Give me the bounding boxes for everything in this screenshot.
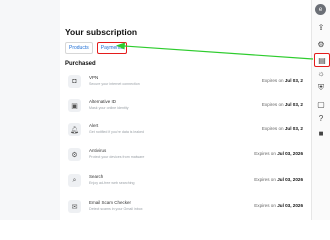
search-icon: ⌕ <box>68 174 81 187</box>
expiry-date: Jul 03, 2026 <box>277 203 303 208</box>
product-description: Protect your devices from malware <box>89 155 145 159</box>
settings-icon[interactable]: ⚙ <box>314 38 328 50</box>
expiry-text: Expires on Jul 03, 2026 <box>254 177 303 182</box>
expiry-prefix: Expires on <box>261 126 284 131</box>
expiry-date: Jul 03, 2026 <box>277 177 303 182</box>
expiry-prefix: Expires on <box>254 203 276 208</box>
main-content: Your subscription Products Payments Purc… <box>60 0 312 220</box>
expiry-prefix: Expires on <box>261 102 284 107</box>
help-icon[interactable]: ? <box>314 112 328 124</box>
product-row-alternative-id[interactable]: ▣ Alternative ID Mask your online identi… <box>65 96 305 115</box>
product-description: Detect scams in your Gmail inbox <box>89 207 143 211</box>
expiry-text: Expires on Jul 03, 2 <box>262 78 303 83</box>
product-row-email-scam-checker[interactable]: ✉ Email Scam Checker Detect scams in you… <box>65 197 305 216</box>
upload-icon[interactable]: ⇪ <box>314 21 328 33</box>
bell-icon: 🔔︎ <box>68 123 81 136</box>
account-avatar[interactable]: e <box>315 4 326 15</box>
id-card-icon: ▣ <box>68 99 81 112</box>
product-description: Secure your internet connection <box>89 82 140 86</box>
subscription-tabs: Products Payments <box>65 42 127 54</box>
product-row-antivirus[interactable]: ⚙ Antivirus Protect your devices from ma… <box>65 145 305 164</box>
expiry-prefix: Expires on <box>254 177 276 182</box>
expiry-date: Jul 03, 2 <box>284 102 303 107</box>
tab-products[interactable]: Products <box>65 42 93 54</box>
product-name: Email Scam Checker <box>89 200 132 205</box>
expiry-date: Jul 03, 2 <box>284 78 303 83</box>
expiry-date: Jul 03, 2026 <box>277 151 303 156</box>
vpn-shield-icon: ◘ <box>68 75 81 88</box>
shield-icon[interactable]: ⛨ <box>314 82 328 94</box>
expiry-text: Expires on Jul 03, 2026 <box>254 203 303 208</box>
product-row-search[interactable]: ⌕ Search Enjoy ad-free web searching Exp… <box>65 171 305 190</box>
product-name: Antivirus <box>89 148 107 153</box>
product-name: Alternative ID <box>89 99 117 104</box>
product-description: Mask your online identity <box>89 106 129 110</box>
product-name: VPN <box>89 75 99 80</box>
product-row-vpn[interactable]: ◘ VPN Secure your internet connection Ex… <box>65 72 305 91</box>
product-name: Search <box>89 174 104 179</box>
product-description: Get notified if you're data is leaked <box>89 130 145 134</box>
page-title: Your subscription <box>65 27 138 37</box>
expiry-text: Expires on Jul 03, 2 <box>262 102 303 107</box>
subscription-icon[interactable]: ▤ <box>314 53 330 67</box>
expiry-date: Jul 03, 2 <box>284 126 303 131</box>
expiry-text: Expires on Jul 03, 2026 <box>254 151 303 156</box>
product-description: Enjoy ad-free web searching <box>89 181 135 185</box>
tab-payments[interactable]: Payments <box>96 42 127 54</box>
product-row-alert[interactable]: 🔔︎ Alert Get notified if you're data is … <box>65 120 305 139</box>
expiry-text: Expires on Jul 03, 2 <box>262 126 303 131</box>
right-icon-rail: e ⇪ ⚙ ▤ ☼ ⛨ ▢ ? ■ <box>311 0 330 220</box>
expiry-prefix: Expires on <box>254 151 276 156</box>
left-pane <box>0 0 60 220</box>
expiry-prefix: Expires on <box>261 78 284 83</box>
bulb-icon[interactable]: ☼ <box>314 67 328 79</box>
email-check-icon: ✉ <box>68 200 81 213</box>
product-name: Alert <box>89 123 99 128</box>
book-icon[interactable]: ■ <box>314 127 328 139</box>
doc-icon[interactable]: ▢ <box>314 98 328 110</box>
section-title-purchased: Purchased <box>65 61 96 67</box>
antivirus-icon: ⚙ <box>68 148 81 161</box>
